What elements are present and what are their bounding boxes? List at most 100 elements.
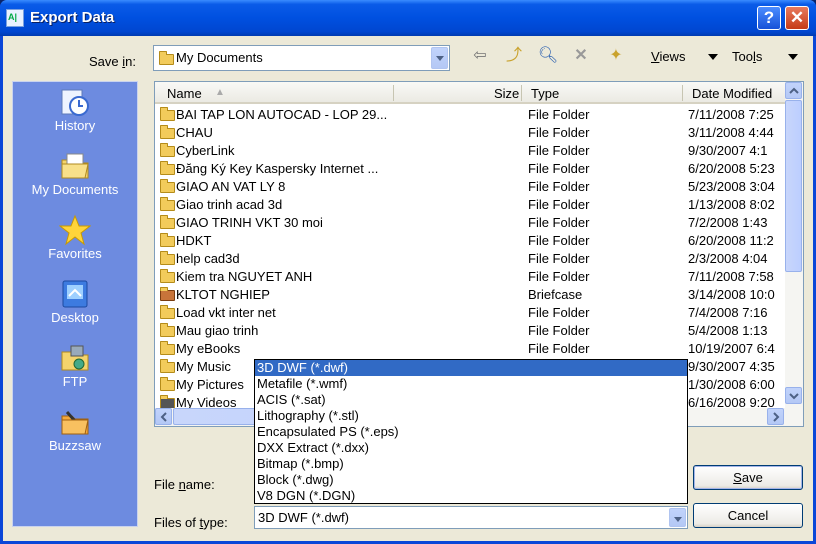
file-row[interactable]: GIAO TRINH VKT 30 moi File Folder 7/2/2008… [155, 214, 787, 232]
file-type: File Folder [528, 161, 590, 176]
file-row[interactable]: Kiem tra NGUYET ANH File Folder 7/11/2008 … [155, 268, 787, 286]
file-row[interactable]: HDKT File Folder 6/20/2008 11:2 [155, 232, 787, 250]
tools-menu[interactable]: Tools [732, 49, 762, 64]
file-type-option[interactable]: 3D DWF (*.dwf) [255, 360, 687, 376]
place-favorites[interactable]: Favorites [13, 214, 137, 261]
column-date-modified[interactable]: Date Modified [692, 86, 772, 101]
place-buzzsaw[interactable]: Buzzsaw [13, 406, 137, 453]
column-size[interactable]: Size [494, 86, 519, 101]
column-header: Name ▲ Size Type Date Modified [155, 82, 785, 104]
file-row[interactable]: Giao trinh acad 3d File Folder 1/13/2008 8… [155, 196, 787, 214]
chevron-down-icon[interactable] [431, 47, 448, 69]
file-date-modified: 9/30/2007 4:1 [688, 143, 768, 158]
file-name: BAI TAP LON AUTOCAD - LOP 29... [176, 107, 388, 122]
folder-icon [160, 107, 175, 121]
file-date-modified: 7/11/2008 7:58 [688, 269, 774, 284]
new-folder-icon[interactable]: ✦ [605, 46, 627, 66]
file-name: Đăng Ký Key Kaspersky Internet ... [176, 161, 379, 176]
file-name: Mau giao trinh [176, 323, 259, 338]
file-type-dropdown-list[interactable]: 3D DWF (*.dwf) Metafile (*.wmf) ACIS (*.sa… [254, 359, 688, 504]
back-arrow-icon[interactable]: ⇦ [469, 46, 491, 66]
scroll-left-button[interactable] [155, 408, 172, 425]
file-name-label: File name: [154, 477, 215, 492]
help-button[interactable]: ? [757, 6, 781, 30]
views-menu[interactable]: Views [651, 49, 685, 64]
dialog-body: Save in: My Documents ⇦ ⤴ 🔍︎ ✕ ✦ Views T… [3, 36, 813, 541]
file-name: GIAO AN VAT LY 8 [176, 179, 286, 194]
file-date-modified: 3/14/2008 10:0 [688, 287, 775, 302]
file-type: File Folder [528, 305, 590, 320]
file-name: CyberLink [176, 143, 235, 158]
file-type: File Folder [528, 323, 590, 338]
vertical-scrollbar[interactable] [785, 82, 803, 426]
place-label: Favorites [48, 246, 102, 261]
ftp-icon [59, 342, 91, 374]
scroll-thumb[interactable] [785, 100, 802, 272]
file-date-modified: 7/4/2008 7:16 [688, 305, 768, 320]
file-type-option[interactable]: DXX Extract (*.dxx) [255, 440, 687, 456]
file-row[interactable]: My eBooks File Folder 10/19/2007 6:4 [155, 340, 787, 358]
file-type-option[interactable]: Metafile (*.wmf) [255, 376, 687, 392]
file-date-modified: 3/11/2008 4:44 [688, 125, 774, 140]
delete-icon[interactable]: ✕ [570, 46, 592, 66]
file-row[interactable]: KLTOT NGHIEP Briefcase 3/14/2008 10:0 [155, 286, 787, 304]
file-type-option[interactable]: Encapsulated PS (*.eps) [255, 424, 687, 440]
file-row[interactable]: CyberLink File Folder 9/30/2007 4:1 [155, 142, 787, 160]
cancel-button[interactable]: Cancel [693, 503, 803, 528]
place-label: History [54, 118, 96, 133]
folder-icon [160, 143, 175, 157]
buzzsaw-icon [59, 406, 91, 438]
file-type-option[interactable]: Block (*.dwg) [255, 472, 687, 488]
file-row[interactable]: Load vkt inter net File Folder 7/4/2008 7:… [155, 304, 787, 322]
column-type[interactable]: Type [531, 86, 559, 101]
place-history[interactable]: History [13, 86, 137, 133]
file-type-option[interactable]: Bitmap (*.bmp) [255, 456, 687, 472]
place-label: Buzzsaw [48, 438, 102, 453]
file-row[interactable]: GIAO AN VAT LY 8 File Folder 5/23/2008 3:0… [155, 178, 787, 196]
file-row[interactable]: Đăng Ký Key Kaspersky Internet ... File F… [155, 160, 787, 178]
file-name: GIAO TRINH VKT 30 moi [176, 215, 323, 230]
file-type-option[interactable]: V8 DGN (*.DGN) [255, 488, 687, 504]
file-name: CHAU [176, 125, 213, 140]
place-desktop[interactable]: Desktop [13, 278, 137, 325]
scroll-up-button[interactable] [785, 82, 802, 99]
save-in-label: Save in: [89, 54, 136, 69]
export-data-dialog: A| Export Data ? ✕ Save in: My Documents… [0, 0, 816, 544]
file-type: File Folder [528, 125, 590, 140]
save-in-dropdown[interactable]: My Documents [153, 45, 450, 71]
tools-dropdown-arrow-icon[interactable] [788, 54, 798, 60]
file-row[interactable]: BAI TAP LON AUTOCAD - LOP 29... File Fold… [155, 106, 787, 124]
file-name: KLTOT NGHIEP [176, 287, 270, 302]
file-type-option[interactable]: ACIS (*.sat) [255, 392, 687, 408]
file-type: File Folder [528, 233, 590, 248]
files-of-type-value: 3D DWF (*.dwf) [258, 510, 349, 525]
chevron-down-icon[interactable] [669, 508, 686, 527]
sort-ascending-icon: ▲ [215, 87, 225, 98]
folder-icon [160, 341, 175, 355]
file-type: File Folder [528, 143, 590, 158]
file-name: My eBooks [176, 341, 241, 356]
file-type: File Folder [528, 107, 590, 122]
file-row[interactable]: help cad3d File Folder 2/3/2008 4:04 [155, 250, 787, 268]
place-my-documents[interactable]: My Documents [13, 150, 137, 197]
window-title: Export Data [30, 9, 115, 26]
scroll-down-button[interactable] [785, 387, 802, 404]
file-date-modified: 7/2/2008 1:43 [688, 215, 768, 230]
scroll-right-button[interactable] [767, 408, 784, 425]
files-of-type-select[interactable]: 3D DWF (*.dwf) [254, 506, 688, 529]
title-bar[interactable]: A| Export Data ? ✕ [0, 0, 816, 36]
close-button[interactable]: ✕ [785, 6, 809, 30]
folder-icon [160, 269, 175, 283]
views-dropdown-arrow-icon[interactable] [708, 54, 718, 60]
place-ftp[interactable]: FTP [13, 342, 137, 389]
search-web-icon[interactable]: 🔍︎ [537, 46, 559, 66]
up-folder-icon[interactable]: ⤴ [503, 46, 525, 66]
file-row[interactable]: CHAU File Folder 3/11/2008 4:44 [155, 124, 787, 142]
file-date-modified: 9/30/2007 4:35 [688, 359, 775, 374]
file-type-option[interactable]: Lithography (*.stl) [255, 408, 687, 424]
save-button[interactable]: Save [693, 465, 803, 490]
place-label: FTP [62, 374, 88, 389]
column-name[interactable]: Name [167, 86, 202, 101]
file-row[interactable]: Mau giao trinh File Folder 5/4/2008 1:13 [155, 322, 787, 340]
file-type: File Folder [528, 179, 590, 194]
